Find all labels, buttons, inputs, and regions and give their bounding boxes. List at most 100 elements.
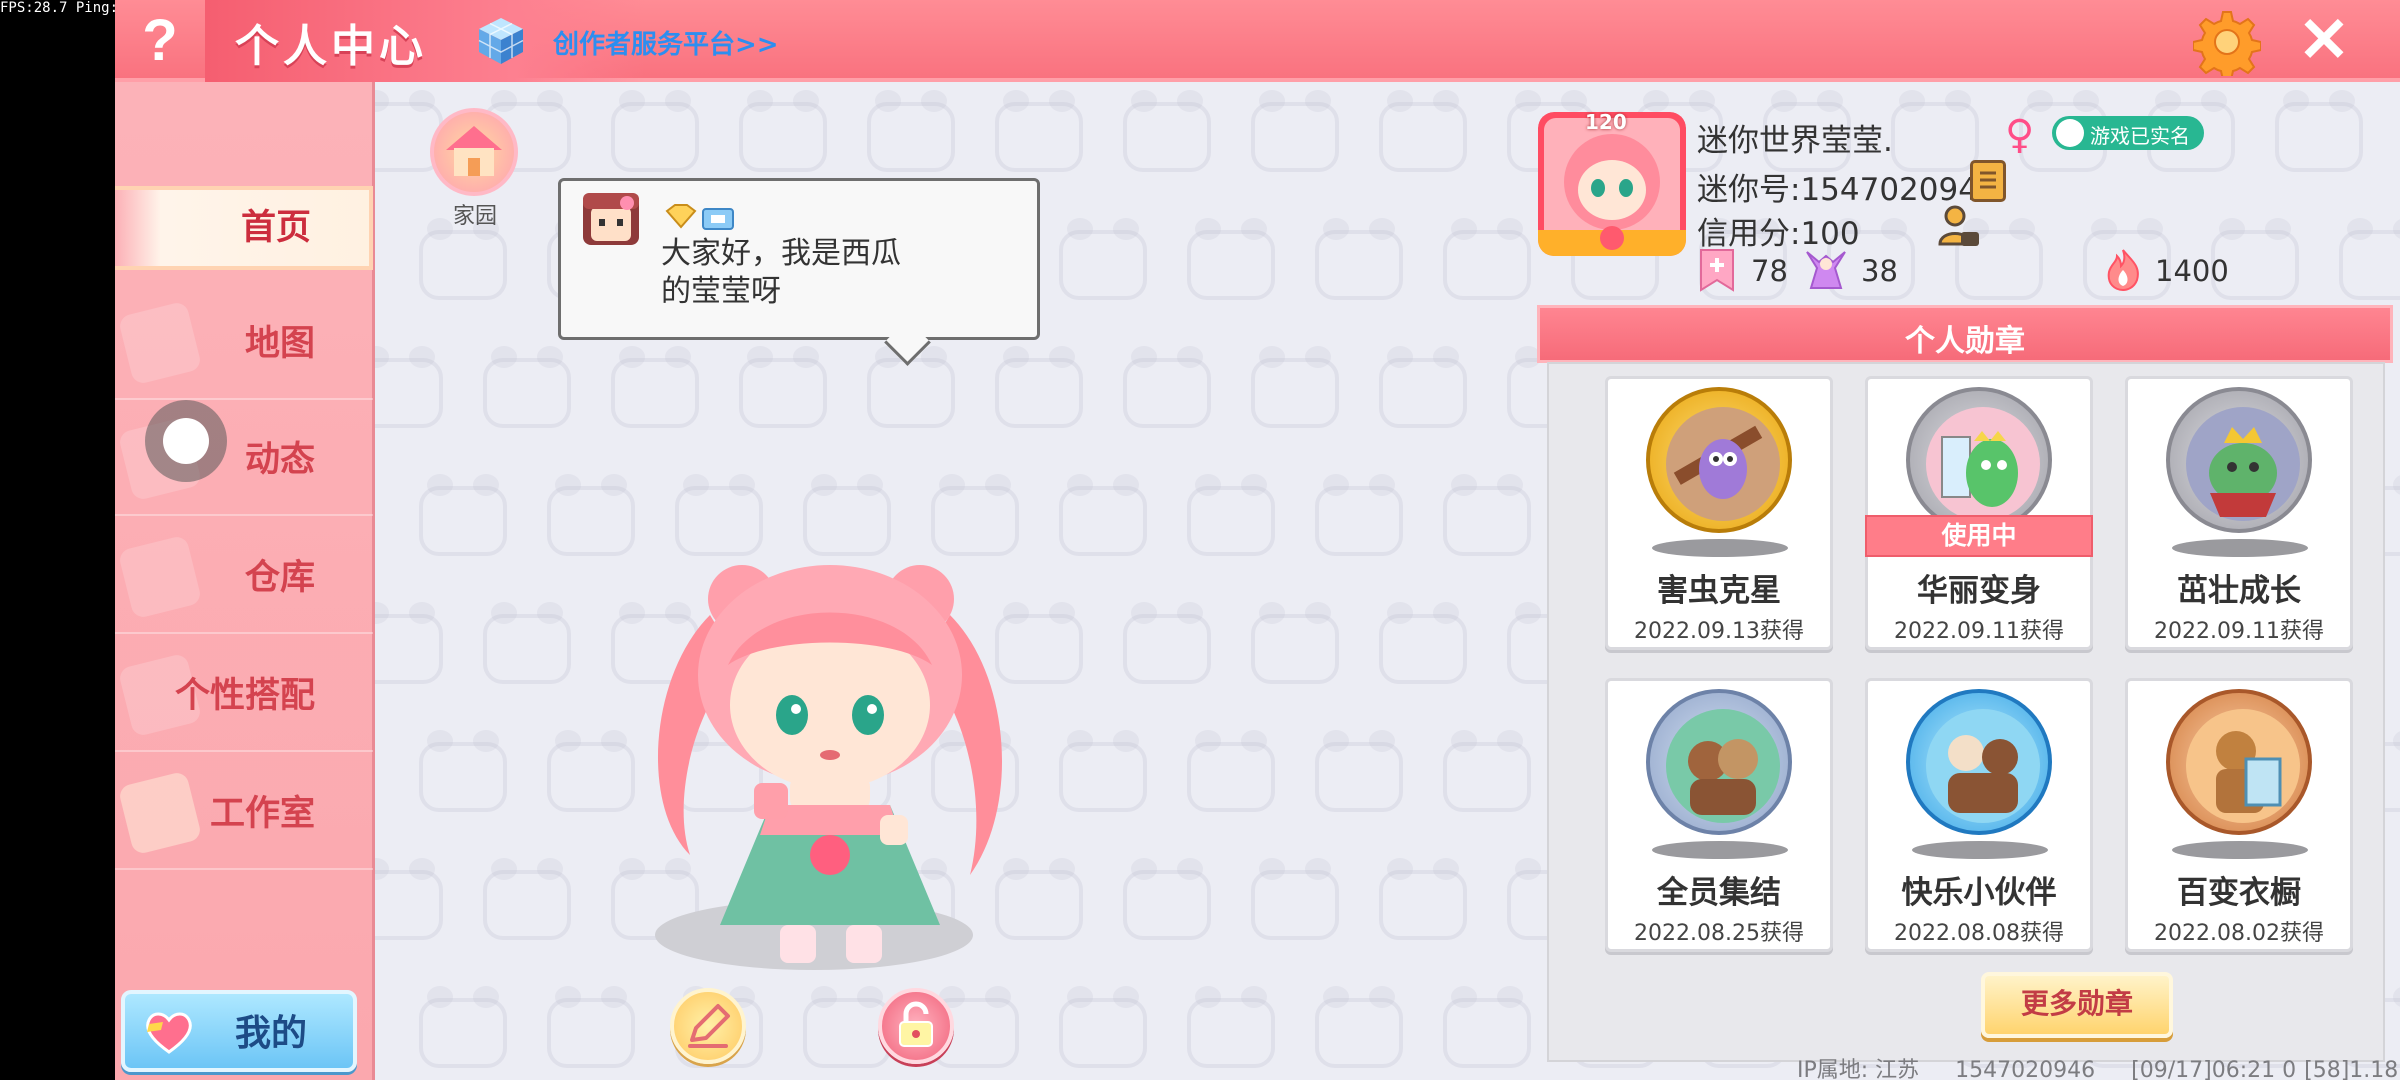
pattern-cell bbox=[483, 346, 571, 428]
pattern-cell bbox=[547, 474, 635, 556]
sidebar-item-label: 动态 bbox=[244, 440, 315, 480]
medal-crystal-disc bbox=[1906, 689, 2052, 835]
medal-blue-disc bbox=[1646, 689, 1792, 835]
pattern-cell bbox=[1059, 218, 1147, 300]
pattern-cell bbox=[1379, 858, 1467, 940]
footer-time: [09/17]06:21 0 bbox=[2131, 1058, 2297, 1080]
medal-name: 百变衣橱 bbox=[2177, 875, 2301, 911]
map-icon bbox=[117, 300, 203, 386]
mini-id: 迷你号:1547020946 bbox=[1697, 172, 1998, 208]
vip-badge-icon bbox=[665, 204, 734, 230]
creator-platform-link[interactable]: 创作者服务平台>> bbox=[553, 24, 779, 61]
medal-card[interactable]: 全员集结 2022.08.25获得 bbox=[1605, 678, 1833, 952]
help-button[interactable]: ? bbox=[130, 8, 190, 74]
pattern-cell bbox=[1187, 474, 1275, 556]
avatar-level: 120 bbox=[1585, 110, 1627, 134]
medal-date: 2022.08.02获得 bbox=[2154, 921, 2324, 946]
pattern-cell bbox=[419, 730, 507, 812]
pattern-cell bbox=[995, 90, 1083, 172]
medal-card[interactable]: 茁壮成长 2022.09.11获得 bbox=[2125, 376, 2353, 650]
pattern-cell bbox=[931, 474, 1019, 556]
medal-card[interactable]: 快乐小伙伴 2022.08.08获得 bbox=[1865, 678, 2093, 952]
pattern-cell bbox=[1315, 218, 1403, 300]
popularity-count: 1400 bbox=[2155, 254, 2229, 288]
credit-user-icon[interactable] bbox=[1937, 204, 1981, 248]
pattern-cell bbox=[375, 858, 443, 940]
pattern-cell bbox=[1315, 986, 1403, 1068]
pattern-cell bbox=[995, 346, 1083, 428]
sidebar-item-label: 地图 bbox=[244, 324, 315, 364]
pattern-cell bbox=[547, 730, 635, 812]
medal-date: 2022.09.13获得 bbox=[1634, 619, 1804, 644]
pattern-cell bbox=[1315, 730, 1403, 812]
medal-date: 2022.09.11获得 bbox=[1894, 619, 2064, 644]
pattern-cell bbox=[1187, 986, 1275, 1068]
pattern-cell bbox=[1059, 986, 1147, 1068]
realname-badge: 游戏已实名 bbox=[2052, 116, 2204, 150]
bookmark-count: 78 bbox=[1751, 254, 1788, 288]
sidebar-item-warehouse[interactable]: 仓库 bbox=[115, 522, 373, 634]
pattern-cell bbox=[1123, 346, 1211, 428]
my-button[interactable]: 我的 bbox=[121, 990, 357, 1072]
unlock-icon[interactable] bbox=[878, 988, 954, 1064]
pattern-cell bbox=[1123, 90, 1211, 172]
copy-icon[interactable] bbox=[1970, 160, 2006, 202]
cheer-count: 38 bbox=[1861, 254, 1898, 288]
pattern-cell bbox=[1379, 602, 1467, 684]
medal-header-title: 个人勋章 bbox=[1905, 324, 2025, 359]
footer-version: [58]1.18.1 bbox=[2304, 1058, 2400, 1080]
pattern-cell bbox=[483, 858, 571, 940]
medal-pedestal bbox=[1652, 841, 1788, 859]
close-button[interactable]: ✕ bbox=[2293, 10, 2355, 72]
medal-bronze-disc bbox=[2166, 689, 2312, 835]
pattern-cell bbox=[1059, 730, 1147, 812]
sidebar-item-outfit[interactable]: 个性搭配 bbox=[115, 640, 373, 752]
medal-name: 快乐小伙伴 bbox=[1901, 875, 2057, 911]
medal-pedestal bbox=[1652, 539, 1788, 557]
medal-card[interactable]: 百变衣橱 2022.08.02获得 bbox=[2125, 678, 2353, 952]
touch-indicator bbox=[145, 400, 227, 482]
medal-gold-disc bbox=[1646, 387, 1792, 533]
medal-pedestal bbox=[2172, 539, 2308, 557]
medal-silver-disc bbox=[1906, 387, 2052, 533]
pattern-cell bbox=[1187, 218, 1275, 300]
pattern-cell bbox=[375, 602, 443, 684]
pattern-cell bbox=[419, 986, 507, 1068]
medal-name: 全员集结 bbox=[1657, 875, 1781, 911]
pattern-cell bbox=[803, 474, 891, 556]
speech-bubble: 大家好，我是西瓜的莹莹呀 bbox=[558, 178, 1040, 340]
pest-medal-icon bbox=[1673, 425, 1763, 499]
more-medals-button[interactable]: 更多勋章 bbox=[1981, 972, 2173, 1038]
pattern-cell bbox=[1251, 346, 1339, 428]
pattern-cell bbox=[611, 90, 699, 172]
medal-silver-disc bbox=[2166, 387, 2312, 533]
gear-icon[interactable] bbox=[2193, 8, 2261, 76]
wardrobe-medal-icon bbox=[2216, 731, 2282, 813]
pattern-cell bbox=[547, 986, 635, 1068]
sidebar-item-home[interactable]: 首页 bbox=[115, 186, 373, 270]
sidebar-item-label: 仓库 bbox=[244, 558, 315, 598]
pattern-cell bbox=[1251, 858, 1339, 940]
ip-location: IP属地: 江苏 bbox=[1797, 1058, 1920, 1080]
in-use-badge: 使用中 bbox=[1865, 515, 2093, 557]
credit-score: 信用分:100 bbox=[1697, 216, 1860, 252]
personal-center-screen: ? 个人中心 创作者服务平台>> ✕ 首页 地图 动态 仓库 个性搭配 工作室 … bbox=[115, 0, 2400, 1080]
nickname: 迷你世界莹莹. bbox=[1697, 123, 1893, 159]
medal-header: 个人勋章 bbox=[1537, 305, 2393, 363]
pattern-cell bbox=[419, 474, 507, 556]
medal-date: 2022.08.08获得 bbox=[1894, 921, 2064, 946]
female-icon: ♀ bbox=[2005, 112, 2035, 158]
sidebar-item-map[interactable]: 地图 bbox=[115, 288, 373, 400]
medal-name: 茁壮成长 bbox=[2177, 573, 2301, 609]
sidebar-item-studio[interactable]: 工作室 bbox=[115, 758, 373, 870]
character-avatar[interactable] bbox=[650, 555, 1010, 975]
pattern-cell bbox=[1251, 602, 1339, 684]
edit-pencil-icon[interactable] bbox=[670, 988, 746, 1064]
sidebar-item-label: 个性搭配 bbox=[174, 676, 315, 716]
cube-icon[interactable] bbox=[475, 14, 527, 66]
medal-card[interactable]: 害虫克星 2022.09.13获得 bbox=[1605, 376, 1833, 650]
bookmark-icon bbox=[1700, 249, 1734, 292]
home-icon[interactable] bbox=[430, 108, 518, 196]
flame-icon bbox=[2107, 249, 2139, 292]
medal-card[interactable]: 使用中 华丽变身 2022.09.11获得 bbox=[1865, 376, 2093, 650]
